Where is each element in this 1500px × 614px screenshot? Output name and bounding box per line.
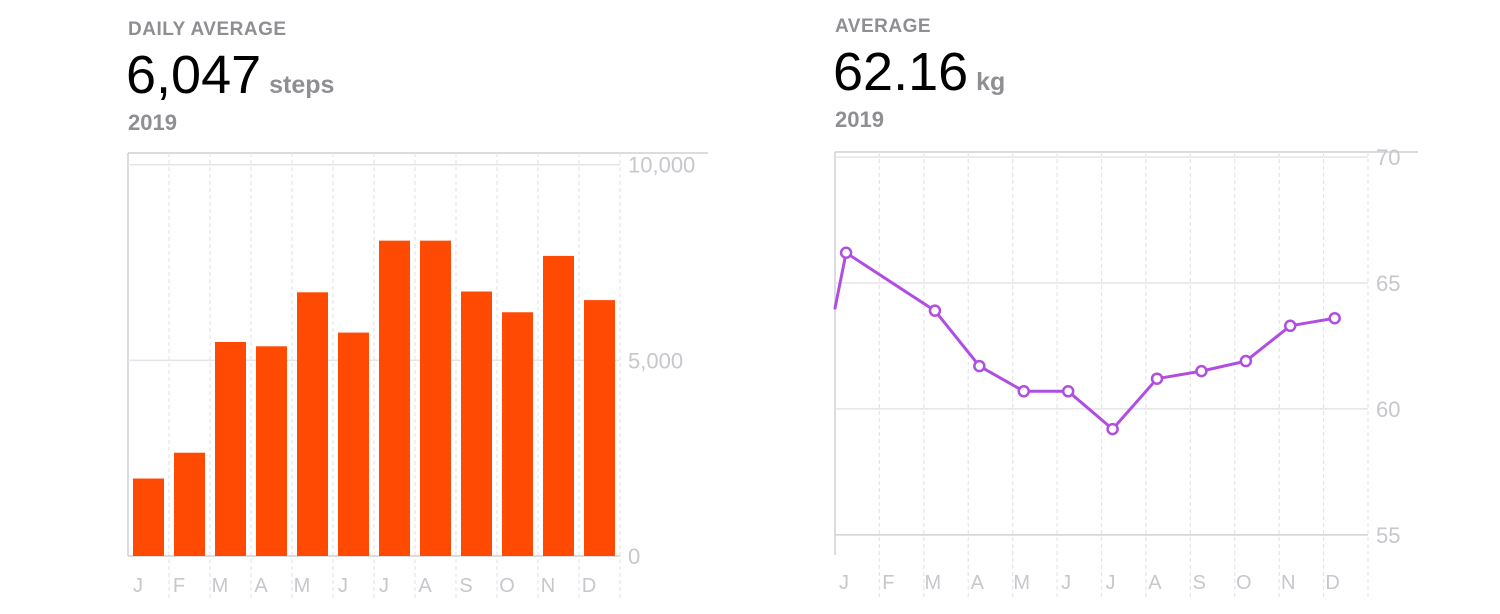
x-tick-label: M xyxy=(294,575,311,597)
bar xyxy=(461,291,492,556)
bar xyxy=(543,255,574,556)
bar xyxy=(133,478,164,556)
x-tick-label: A xyxy=(418,575,432,597)
x-tick-label: M xyxy=(924,572,941,594)
x-tick-label: J xyxy=(1061,572,1071,594)
data-point xyxy=(1328,311,1341,325)
x-tick-label: O xyxy=(1236,572,1252,594)
y-tick-label: 65 xyxy=(1376,271,1400,296)
bar xyxy=(420,240,451,557)
y-tick-label: 10,000 xyxy=(628,153,695,178)
data-point xyxy=(1150,372,1164,385)
data-point xyxy=(1061,385,1075,398)
data-point xyxy=(1017,385,1031,398)
y-tick-label: 5,000 xyxy=(628,348,683,373)
bar xyxy=(174,452,205,556)
y-tick-label: 0 xyxy=(628,544,640,569)
x-tick-label: J xyxy=(379,575,389,597)
x-tick-label: F xyxy=(882,572,894,594)
x-tick-label: N xyxy=(541,575,555,597)
x-tick-label: J xyxy=(338,575,348,597)
bar xyxy=(502,312,533,556)
data-point xyxy=(1239,354,1253,368)
x-tick-label: J xyxy=(133,575,143,597)
y-tick-label: 70 xyxy=(1376,145,1400,170)
bar xyxy=(297,292,328,556)
y-tick-label: 55 xyxy=(1376,523,1400,548)
x-tick-label: N xyxy=(1281,572,1295,594)
x-tick-label: M xyxy=(1013,572,1030,594)
steps-bar-chart: 10,000 5,000 0 J F M A M J J A S O N D xyxy=(127,152,708,600)
x-tick-label: S xyxy=(1193,572,1206,594)
data-point xyxy=(839,246,853,259)
x-tick-label: A xyxy=(1148,572,1162,594)
data-point xyxy=(1195,364,1208,378)
x-tick-label: J xyxy=(1106,572,1116,594)
weight-line-chart: 70 65 60 55 J F M A M J J A S O N D xyxy=(833,145,1418,600)
y-tick-label: 60 xyxy=(1376,397,1400,422)
x-tick-label: O xyxy=(499,575,515,597)
data-point xyxy=(973,359,986,373)
x-tick-label: F xyxy=(173,575,185,597)
x-tick-label: M xyxy=(212,575,229,597)
bar xyxy=(584,300,615,556)
bar xyxy=(215,341,246,556)
bar xyxy=(379,240,410,557)
x-tick-label: A xyxy=(971,572,985,594)
data-point xyxy=(928,304,942,317)
bar xyxy=(256,346,287,556)
x-tick-label: D xyxy=(1325,572,1339,594)
x-tick-label: A xyxy=(254,575,268,597)
weight-series-line xyxy=(833,251,1337,431)
x-tick-label: J xyxy=(839,572,849,594)
x-tick-label: S xyxy=(459,575,472,597)
bar xyxy=(338,332,369,556)
x-tick-label: D xyxy=(582,575,596,597)
data-point xyxy=(1106,422,1119,436)
steps-panel: DAILY AVERAGE 6,047 steps 2019 10,000 5,00… xyxy=(0,0,740,614)
weight-panel: AVERAGE 62.16 kg 2019 70 65 60 55 J F M A M J J A S O N… xyxy=(740,0,1500,614)
data-point xyxy=(1284,319,1297,333)
